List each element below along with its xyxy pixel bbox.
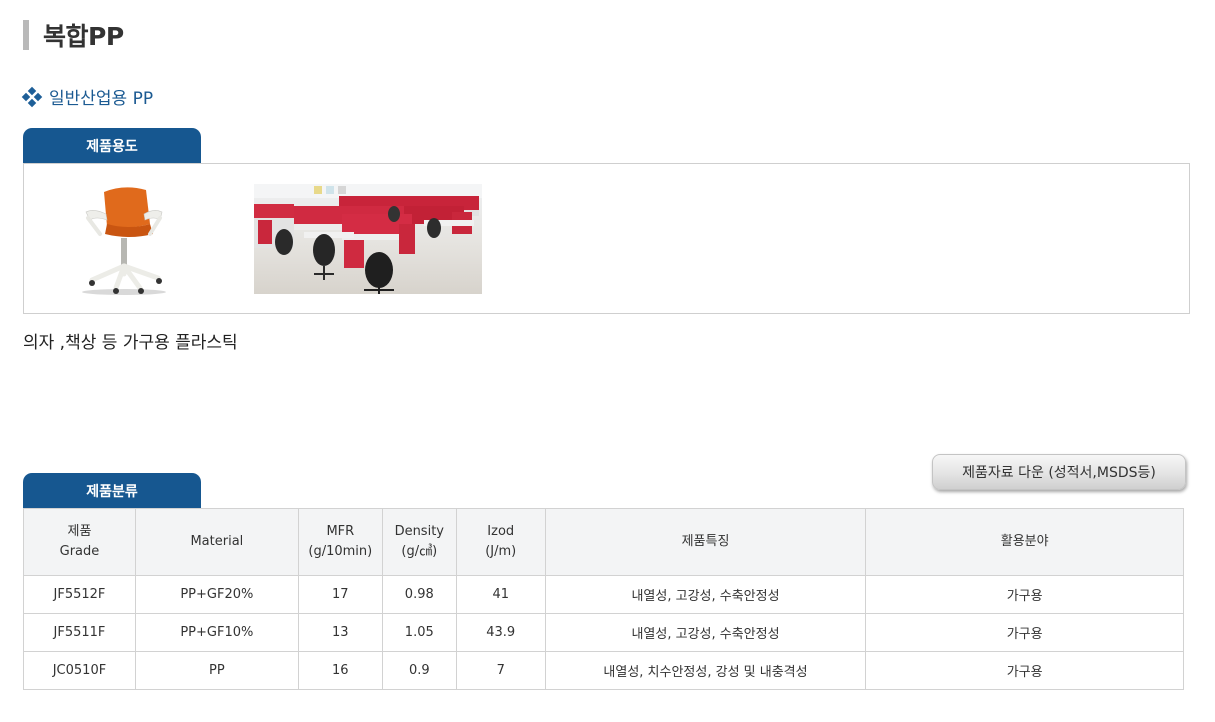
cell-density: 0.9 [381,651,457,690]
header-line: Grade [59,544,100,559]
cell-features: 내열성, 치수안정성, 강성 및 내충격성 [544,651,867,690]
table-row: JF5512F PP+GF20% 17 0.98 41 내열성, 고강성, 수축… [23,575,1184,614]
usage-image-box [23,163,1190,314]
section-heading: 일반산업용 PP [21,84,154,109]
header-line: Izod [487,524,515,539]
header-line: (g/10min) [308,544,373,559]
cell-material: PP+GF20% [134,575,299,614]
cell-mfr: 16 [297,651,383,690]
cell-features: 내열성, 고강성, 수축안정성 [544,575,867,614]
cell-application: 가구용 [865,575,1184,614]
cell-material: PP [134,651,299,690]
office-chair-image [82,187,166,295]
cell-izod: 7 [455,651,546,690]
header-line: 제품특징 [681,534,730,549]
header-line: 활용분야 [1000,534,1049,549]
cell-grade: JC0510F [23,651,136,690]
cell-mfr: 17 [297,575,383,614]
cell-features: 내열성, 고강성, 수축안정성 [544,613,867,652]
page-title: 복합PP [43,22,124,51]
header-material: Material [134,508,299,576]
header-line: Density [394,524,444,539]
header-features: 제품특징 [544,508,867,576]
title-accent-bar [23,20,29,50]
header-line: MFR [326,524,355,539]
cell-material: PP+GF10% [134,613,299,652]
usage-description: 의자 ,책상 등 가구용 플라스틱 [23,333,238,353]
cell-application: 가구용 [865,651,1184,690]
cell-density: 1.05 [381,613,457,652]
header-line: (g/㎤) [401,544,438,559]
table-header-row: 제품 Grade Material MFR (g/10min) Density … [23,508,1184,576]
cell-mfr: 13 [297,613,383,652]
page-header: 복합PP [23,18,124,52]
download-documents-button[interactable]: 제품자료 다운 (성적서,MSDS등) [932,454,1186,490]
tab-product-usage: 제품용도 [23,128,201,163]
product-grade-table: 제품 Grade Material MFR (g/10min) Density … [23,508,1184,690]
header-line: Material [190,534,244,549]
cell-grade: JF5511F [23,613,136,652]
header-grade: 제품 Grade [23,508,136,576]
cell-grade: JF5512F [23,575,136,614]
cell-izod: 41 [455,575,546,614]
table-row: JC0510F PP 16 0.9 7 내열성, 치수안정성, 강성 및 내충격… [23,651,1184,690]
cell-application: 가구용 [865,613,1184,652]
diamond-bullet-icon [21,86,43,107]
cell-density: 0.98 [381,575,457,614]
header-mfr: MFR (g/10min) [297,508,383,576]
header-line: 제품 [67,524,92,539]
office-desks-image [254,184,482,294]
header-density: Density (g/㎤) [381,508,457,576]
table-row: JF5511F PP+GF10% 13 1.05 43.9 내열성, 고강성, … [23,613,1184,652]
cell-izod: 43.9 [455,613,546,652]
header-line: (J/m) [485,544,517,559]
tab-product-classification: 제품분류 [23,473,201,508]
section-heading-label: 일반산업용 PP [49,89,154,109]
header-application: 활용분야 [865,508,1184,576]
header-izod: Izod (J/m) [455,508,546,576]
